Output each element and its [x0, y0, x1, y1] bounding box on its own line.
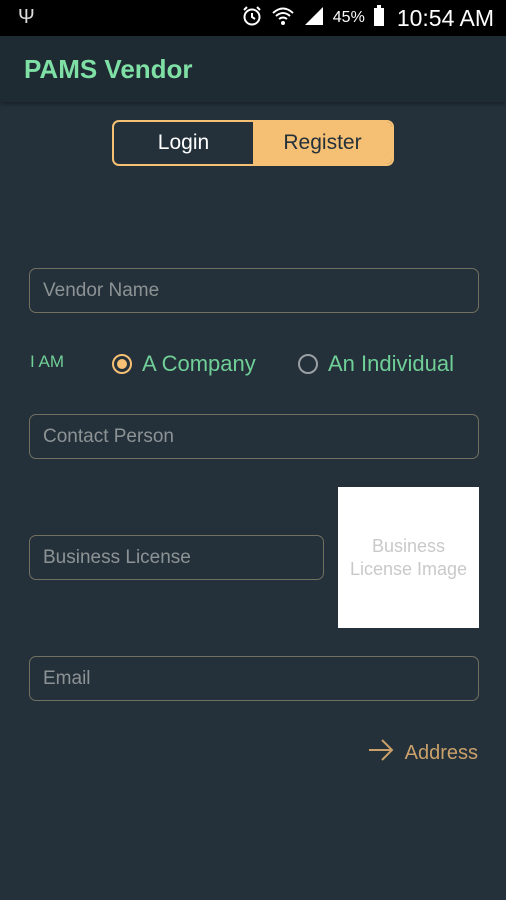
wifi-icon — [271, 5, 295, 32]
business-license-image[interactable]: Business License Image — [338, 487, 479, 628]
radio-individual[interactable]: An Individual — [298, 348, 454, 380]
contact-person-input[interactable] — [30, 415, 478, 458]
next-address-button[interactable]: Address — [367, 738, 478, 768]
status-icons: 45% 10:54 AM — [241, 0, 494, 36]
business-license-input[interactable] — [30, 536, 323, 579]
battery-icon — [373, 4, 385, 32]
address-label: Address — [404, 741, 478, 764]
signal-icon — [303, 5, 325, 32]
vendor-name-input[interactable] — [30, 269, 478, 312]
email-field — [29, 656, 479, 701]
iam-label: I AM — [30, 352, 65, 371]
usb-icon: Ψ — [18, 6, 35, 28]
status-bar: Ψ 45% 10:54 AM — [0, 0, 506, 36]
business-license-image-label: Business License Image — [349, 535, 468, 579]
radio-individual-circle[interactable] — [298, 354, 318, 374]
login-register-toggle: Login Register — [112, 120, 394, 166]
tab-login[interactable]: Login — [114, 122, 253, 164]
radio-company-label: A Company — [142, 351, 256, 376]
radio-company-circle[interactable] — [112, 354, 132, 374]
app-title: PAMS Vendor — [24, 54, 193, 84]
clock: 10:54 AM — [396, 4, 494, 31]
tab-register[interactable]: Register — [253, 122, 392, 164]
radio-individual-label: An Individual — [328, 351, 454, 376]
radio-company[interactable]: A Company — [112, 348, 256, 380]
vendor-name-field — [29, 268, 479, 313]
battery-percent: 45% — [332, 9, 365, 26]
alarm-icon — [241, 5, 263, 32]
contact-person-field — [29, 414, 479, 459]
email-input[interactable] — [30, 657, 478, 700]
app-bar: PAMS Vendor — [0, 36, 506, 102]
arrow-right-icon — [367, 738, 395, 768]
business-license-field — [29, 535, 324, 580]
